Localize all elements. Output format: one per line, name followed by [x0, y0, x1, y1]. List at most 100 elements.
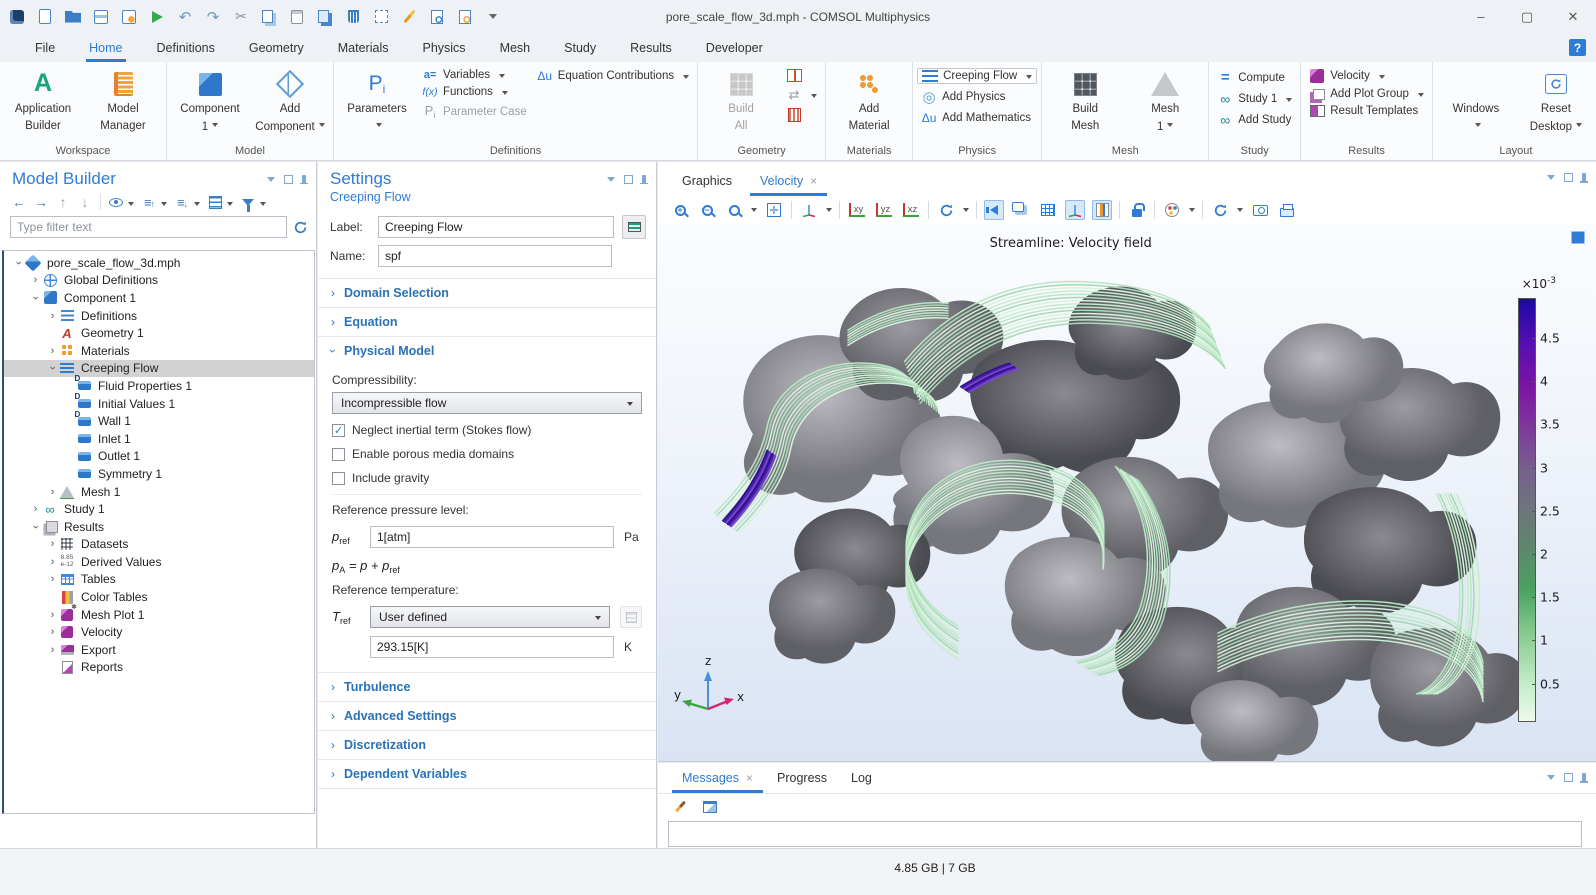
float-panel-icon[interactable] [1564, 773, 1573, 782]
menu-tab-physics[interactable]: Physics [405, 33, 482, 62]
tree-chevron-icon[interactable]: › [46, 345, 59, 357]
pin-panel-icon[interactable] [1582, 173, 1586, 182]
tree-item-study-1[interactable]: ›∞Study 1 [4, 500, 314, 518]
section-header-domain-selection[interactable]: ›Domain Selection [318, 279, 656, 307]
move-up-arrow-icon[interactable]: ↑ [54, 193, 72, 211]
tree-item-results[interactable]: ›Results [4, 518, 314, 536]
close-tab-icon[interactable]: × [810, 174, 817, 188]
ribbon-button-result-templates[interactable]: Result Templates [1305, 104, 1428, 118]
menu-tab-definitions[interactable]: Definitions [140, 33, 232, 62]
move-down-arrow-icon[interactable]: ↓ [76, 193, 94, 211]
ribbon-button-study-1[interactable]: ∞Study 1 [1213, 90, 1296, 108]
show-eye-icon[interactable] [107, 193, 125, 211]
panel-menu-icon[interactable] [1547, 775, 1555, 784]
tree-chevron-icon[interactable]: › [13, 256, 25, 269]
select-box-icon[interactable] [372, 8, 390, 26]
tree-chevron-icon[interactable]: › [47, 362, 59, 375]
orientation-axes-icon[interactable] [1065, 200, 1085, 220]
new-file-icon[interactable] [36, 8, 54, 26]
section-header-equation[interactable]: ›Equation [318, 308, 656, 336]
ribbon-button-velocity[interactable]: Velocity [1305, 68, 1428, 84]
view-lock-icon[interactable] [1127, 200, 1147, 220]
name-input[interactable] [378, 245, 612, 267]
tree-item-derived-values[interactable]: ›8.85e-12Derived Values [4, 553, 314, 571]
save-find-icon[interactable] [120, 8, 138, 26]
tree-item-reports[interactable]: Reports [4, 659, 314, 677]
section-header-physical-model[interactable]: › Physical Model [318, 337, 656, 365]
refresh-icon[interactable] [293, 220, 308, 235]
checkbox-enable-porous-media-domains[interactable] [332, 448, 345, 461]
compressibility-select[interactable]: Incompressible flow [332, 392, 642, 414]
close-tab-icon[interactable]: × [746, 771, 753, 785]
tree-item-initial-values-1[interactable]: Initial Values 1 [4, 395, 314, 413]
print-icon[interactable] [1277, 200, 1297, 220]
ribbon-button-virtual[interactable] [782, 107, 821, 123]
forward-arrow-icon[interactable]: → [32, 193, 50, 211]
messages-tab-log[interactable]: Log [839, 771, 884, 793]
clear-messages-icon[interactable] [670, 797, 690, 817]
tree-chevron-icon[interactable]: › [46, 486, 59, 498]
tree-item-materials[interactable]: ›Materials [4, 342, 314, 360]
transparency-icon[interactable] [1011, 200, 1031, 220]
tree-item-pore-scale-flow-3d-mph[interactable]: ›pore_scale_flow_3d.mph [4, 254, 314, 272]
tree-item-geometry-1[interactable]: AGeometry 1 [4, 324, 314, 342]
ribbon-button-variables[interactable]: a=Variables [418, 68, 531, 82]
plot-settings-icon[interactable] [1570, 230, 1586, 245]
tree-item-inlet-1[interactable]: Inlet 1 [4, 430, 314, 448]
more-chevron-icon[interactable] [484, 8, 502, 26]
ribbon-button-add-material[interactable]: AddMaterial [830, 64, 908, 134]
tree-chevron-icon[interactable]: › [46, 609, 59, 621]
cut-icon[interactable]: ✂ [232, 8, 250, 26]
view-xy-icon[interactable]: xy [847, 200, 867, 220]
panel-menu-icon[interactable] [607, 177, 615, 186]
filter-funnel-icon[interactable] [239, 193, 257, 211]
tree-chevron-icon[interactable]: › [46, 626, 59, 638]
save-icon[interactable] [92, 8, 110, 26]
tree-item-creeping-flow[interactable]: ›Creeping Flow [4, 360, 314, 378]
copy-messages-icon[interactable] [700, 797, 720, 817]
tree-item-tables[interactable]: ›Tables [4, 571, 314, 589]
ribbon-button-add-physics[interactable]: ◎Add Physics [917, 87, 1037, 107]
scene-update-icon[interactable] [1210, 200, 1230, 220]
menu-tab-results[interactable]: Results [613, 33, 689, 62]
tree-item-fluid-properties-1[interactable]: Fluid Properties 1 [4, 377, 314, 395]
checkbox-neglect-inertial-term-stokes-flow[interactable]: ✓ [332, 424, 345, 437]
tree-item-outlet-1[interactable]: Outlet 1 [4, 448, 314, 466]
section-header-dependent-variables[interactable]: ›Dependent Variables [318, 760, 656, 788]
view-yz-icon[interactable]: yz [874, 200, 894, 220]
checkbox-include-gravity[interactable] [332, 472, 345, 485]
sweep-icon[interactable] [400, 8, 418, 26]
ribbon-button-mesh-1[interactable]: Mesh1 [1126, 64, 1204, 135]
temperature-input[interactable] [370, 636, 614, 658]
go-to-source-icon[interactable] [620, 606, 642, 628]
back-arrow-icon[interactable]: ← [10, 193, 28, 211]
color-theme-icon[interactable] [1162, 200, 1182, 220]
delete-icon[interactable] [344, 8, 362, 26]
menu-tab-geometry[interactable]: Geometry [232, 33, 321, 62]
collapse-all-icon[interactable]: ≡↑ [140, 193, 158, 211]
tree-item-global-definitions[interactable]: ›Global Definitions [4, 272, 314, 290]
undo-icon[interactable]: ↶ [176, 8, 194, 26]
ribbon-button-add-plot-group[interactable]: Add Plot Group [1305, 87, 1428, 101]
panel-menu-icon[interactable] [1547, 175, 1555, 184]
filter-input[interactable] [10, 216, 287, 238]
ribbon-button-add-mathematics[interactable]: ΔuAdd Mathematics [917, 110, 1037, 126]
ribbon-button-model-manager[interactable]: ModelManager [84, 64, 162, 134]
doc-find2-icon[interactable] [456, 8, 474, 26]
tree-item-definitions[interactable]: ›Definitions [4, 307, 314, 325]
menu-tab-home[interactable]: Home [72, 33, 139, 62]
tree-chevron-icon[interactable]: › [46, 573, 59, 585]
app-logo-icon[interactable] [8, 8, 26, 26]
copy-icon[interactable] [260, 8, 278, 26]
panel-menu-icon[interactable] [267, 177, 275, 186]
float-panel-icon[interactable] [624, 175, 633, 184]
rotate-icon[interactable] [936, 200, 956, 220]
ribbon-button-windows[interactable]: Windows [1437, 64, 1515, 130]
ref-temperature-select[interactable]: User defined [370, 606, 610, 628]
tree-chevron-icon[interactable]: › [29, 274, 42, 286]
go-to-default-view-icon[interactable] [799, 200, 819, 220]
ribbon-button-component-1[interactable]: Component1 [171, 64, 249, 135]
tree-chevron-icon[interactable]: › [46, 556, 59, 568]
open-icon[interactable] [64, 8, 82, 26]
tree-chevron-icon[interactable]: › [46, 538, 59, 550]
